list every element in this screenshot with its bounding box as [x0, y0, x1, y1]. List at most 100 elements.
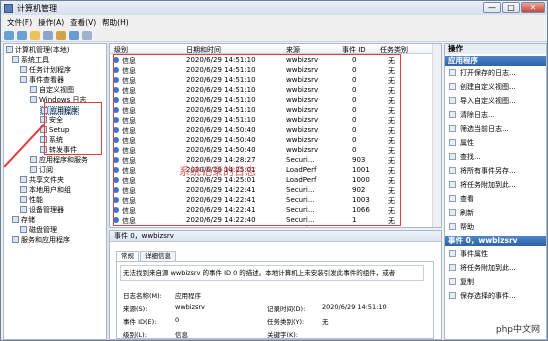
tree-item-performance[interactable]: 性能 [20, 196, 43, 205]
computer-management-icon [4, 3, 13, 13]
action-item[interactable]: 导入自定义视图... [449, 96, 516, 107]
action-icon [449, 167, 456, 174]
action-label: 筛选当前日志... [460, 125, 509, 133]
action-item[interactable]: 查看 [449, 194, 474, 205]
action-label: 创建自定义视图... [460, 83, 516, 91]
menu-view[interactable]: 查看(V) [70, 17, 96, 28]
action-icon [449, 111, 456, 118]
cell-level: 信息 [122, 226, 136, 227]
tree-item-disk-management[interactable]: 磁盘管理 [20, 226, 57, 235]
action-label: 帮助 [460, 223, 474, 231]
action-icon [449, 139, 456, 146]
pane-icon[interactable] [82, 30, 92, 40]
back-icon[interactable] [4, 30, 14, 40]
event-message: 无法找到来自源 wwbizsrv 的事件 ID 0 的描述。本地计算机上未安装引… [120, 265, 424, 281]
event-list-header: 级别 日期和时间 来源 事件 ID 任务类别 [110, 44, 433, 54]
tab-details[interactable]: 详细信息 [140, 251, 176, 261]
field-level-value: 信息 [175, 331, 188, 339]
action-label: 将任务附加到此... [460, 181, 516, 189]
disk-icon [20, 226, 27, 233]
clock-icon [20, 66, 27, 73]
action-item[interactable]: 将任务附加到此... [449, 263, 516, 274]
vertical-scrollbar[interactable] [432, 44, 441, 227]
action-item[interactable]: 将任务附加到此... [449, 180, 516, 191]
action-item[interactable]: 保存选择的事件... [449, 291, 516, 302]
action-label: 将所有事件另存... [460, 167, 516, 175]
field-task-value: 无 [322, 318, 329, 326]
storage-icon [12, 216, 19, 223]
field-logged-value: 2020/6/29 14:51:10 [322, 303, 387, 311]
actions-section-event[interactable]: 事件 0，wwbizsrv [445, 236, 546, 246]
action-item[interactable]: 属性 [449, 138, 474, 149]
console-tree-icon[interactable] [43, 30, 53, 40]
action-icon [449, 97, 456, 104]
title-bar: 计算机管理 — □ ✕ [1, 1, 547, 15]
action-item[interactable]: 复制 [449, 277, 474, 288]
properties-icon[interactable] [56, 30, 66, 40]
action-icon [449, 278, 456, 285]
tree-item-custom-views[interactable]: 自定义视图 [30, 86, 74, 95]
tree-item-shared-folders[interactable]: 共享文件夹 [20, 176, 64, 185]
tree-item-services-apps[interactable]: 服务和应用程序 [12, 236, 70, 245]
action-item[interactable]: 筛选当前日志... [449, 124, 509, 135]
toolbar [1, 29, 547, 42]
tree-item-device-manager[interactable]: 设备管理器 [20, 206, 64, 215]
tools-icon [12, 56, 19, 63]
watermark-text: 系统记录的日志 [179, 165, 256, 178]
actions-section-application[interactable]: 应用程序 [445, 56, 546, 66]
action-item[interactable]: 打开保存的日志... [449, 68, 516, 79]
tree-item-computer-management[interactable]: 计算机管理(本地) [6, 46, 69, 55]
minimize-button[interactable]: — [483, 2, 501, 13]
annotation-box [44, 102, 102, 155]
cell-source: Securi... [286, 226, 315, 227]
computer-icon [6, 46, 13, 53]
action-icon [449, 223, 456, 230]
field-log-name-label: 日志名称(M): [123, 292, 162, 300]
action-icon [449, 195, 456, 202]
action-icon [449, 83, 456, 90]
action-item[interactable]: 清除日志... [449, 110, 495, 121]
maximize-button[interactable]: □ [502, 2, 520, 13]
window-title: 计算机管理 [17, 3, 57, 13]
action-icon [449, 181, 456, 188]
close-button[interactable]: ✕ [521, 2, 545, 13]
action-label: 将任务附加到此... [460, 264, 516, 272]
action-item[interactable]: 刷新 [449, 208, 474, 219]
action-item[interactable]: 将所有事件另存... [449, 166, 516, 177]
action-item[interactable]: 创建自定义视图... [449, 82, 516, 93]
menu-file[interactable]: 文件(F) [7, 17, 32, 28]
console-tree: 计算机管理(本地) 系统工具 任务计划程序 事件查看器 自定义视图 Window… [3, 43, 107, 340]
forward-icon[interactable] [17, 30, 27, 40]
tree-item-task-scheduler[interactable]: 任务计划程序 [20, 66, 71, 75]
field-source-value: wwbizsrv [175, 303, 205, 311]
tree-item-system-tools[interactable]: 系统工具 [12, 56, 49, 65]
field-keywords-label: 关键字(K): [267, 331, 299, 339]
field-event-id-value: 0 [175, 316, 180, 324]
subscription-icon [30, 166, 37, 173]
action-label: 打开保存的日志... [460, 69, 516, 77]
action-item[interactable]: 查找... [449, 152, 481, 163]
tree-item-subscriptions[interactable]: 订阅 [30, 166, 53, 175]
action-icon [449, 292, 456, 299]
field-level-label: 级别(L): [123, 331, 147, 339]
tree-item-storage[interactable]: 存储 [12, 216, 35, 225]
action-icon [449, 153, 456, 160]
action-label: 保存选择的事件... [460, 292, 516, 300]
menu-action[interactable]: 操作(A) [38, 17, 64, 28]
action-item[interactable]: 帮助 [449, 222, 474, 233]
tree-item-local-users[interactable]: 本地用户和组 [20, 186, 71, 195]
help-icon[interactable] [69, 30, 79, 40]
shared-folder-icon [20, 176, 27, 183]
action-item[interactable]: 事件属性 [449, 249, 488, 260]
tab-general[interactable]: 常规 [116, 251, 139, 261]
cell-datetime: 2020/6/29 14:22:40 [186, 226, 256, 227]
action-label: 事件属性 [460, 250, 488, 258]
tree-item-event-viewer[interactable]: 事件查看器 [20, 76, 64, 85]
folder-icon[interactable] [30, 30, 40, 40]
tree-item-app-services[interactable]: 应用程序和服务 [30, 156, 88, 165]
computer-management-window: 计算机管理 — □ ✕ 文件(F) 操作(A) 查看(V) 帮助(H) 计算机管… [0, 0, 548, 341]
folder-icon [30, 156, 37, 163]
actions-pane: 操作 应用程序 打开保存的日志... 创建自定义视图... 导入自定义视图... 清除… [444, 43, 547, 340]
brand-watermark: php中文网 [492, 321, 543, 336]
menu-help[interactable]: 帮助(H) [102, 17, 129, 28]
